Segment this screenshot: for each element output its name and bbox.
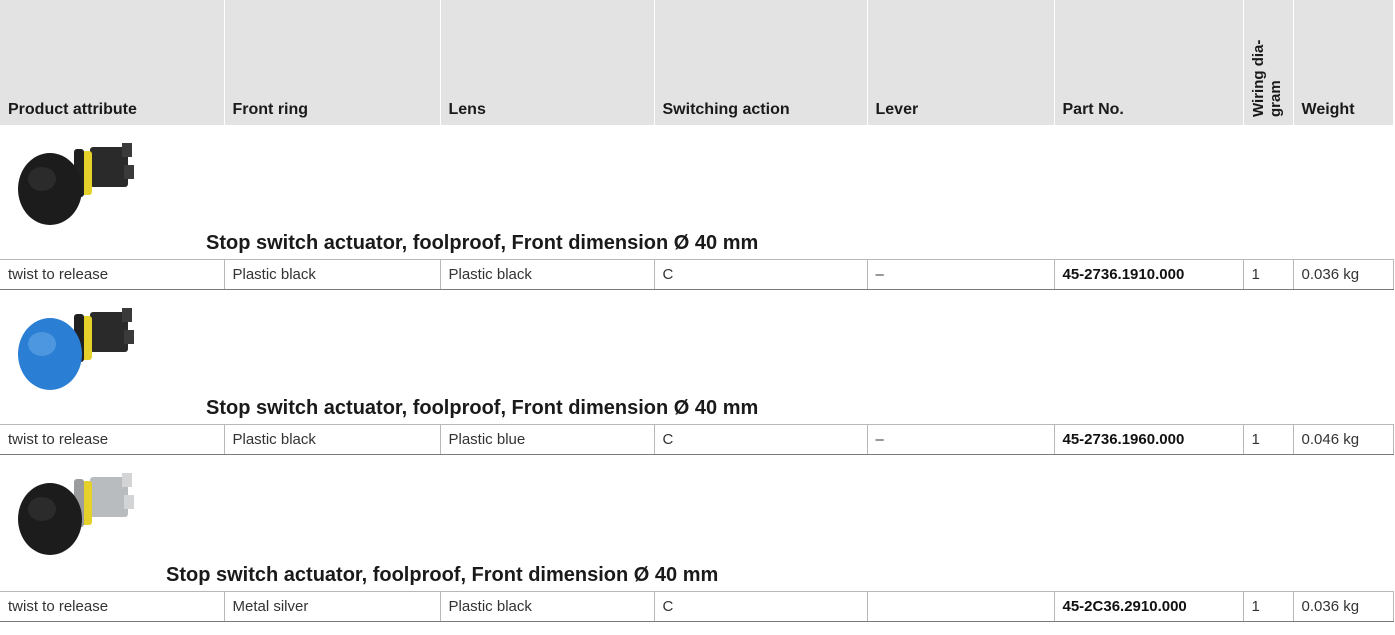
cell-wiring-diagram: 1: [1242, 424, 1294, 455]
header-wiring-diagram: Wiring dia- gram: [1242, 0, 1293, 125]
cell-wiring-diagram: 1: [1242, 591, 1294, 622]
product-group-cell: Stop switch actuator, foolproof, Front d…: [0, 290, 1393, 425]
header-part-no: Part No.: [1053, 0, 1243, 125]
cell-weight: 0.036 kg: [1292, 259, 1394, 290]
cell-product-attribute: twist to release: [0, 424, 225, 455]
header-lever: Lever: [866, 0, 1054, 125]
header-wiring-line1: Wiring dia-: [1249, 39, 1267, 117]
cell-weight: 0.046 kg: [1292, 424, 1394, 455]
product-group-row: Stop switch actuator, foolproof, Front d…: [0, 290, 1393, 425]
table-row: twist to release Metal silver Plastic bl…: [0, 591, 1394, 622]
product-group-row: Stop switch actuator, foolproof, Front d…: [0, 125, 1393, 260]
cell-part-no: 45-2C36.2910.000: [1053, 591, 1244, 622]
black-mushroom-actuator-icon: [18, 143, 134, 225]
header-weight: Weight: [1292, 0, 1393, 125]
mushroom-head-icon: [18, 318, 82, 390]
header-lens: Lens: [439, 0, 654, 125]
cell-lever: [866, 591, 1055, 622]
header-switching-action: Switching action: [653, 0, 867, 125]
cell-wiring-diagram: 1: [1242, 259, 1294, 290]
product-table: Product attribute Front ring Lens Switch…: [0, 0, 1394, 622]
table-header-row: Product attribute Front ring Lens Switch…: [0, 0, 1393, 125]
cell-lens: Plastic black: [439, 591, 655, 622]
black-mushroom-metal-actuator-icon: [18, 473, 134, 555]
product-title: Stop switch actuator, foolproof, Front d…: [206, 397, 759, 419]
table-row: twist to release Plastic black Plastic b…: [0, 259, 1394, 290]
header-front-ring: Front ring: [223, 0, 440, 125]
product-group-row: Stop switch actuator, foolproof, Front d…: [0, 455, 1393, 592]
cell-lens: Plastic blue: [439, 424, 655, 455]
cell-weight: 0.036 kg: [1292, 591, 1394, 622]
cell-switching-action: C: [653, 591, 868, 622]
cell-front-ring: Plastic black: [223, 424, 441, 455]
cell-switching-action: C: [653, 259, 868, 290]
mushroom-head-icon: [18, 483, 82, 555]
blue-mushroom-actuator-icon: [18, 308, 134, 390]
cell-lens: Plastic black: [439, 259, 655, 290]
product-title: Stop switch actuator, foolproof, Front d…: [166, 564, 719, 586]
cell-front-ring: Plastic black: [223, 259, 441, 290]
cell-switching-action: C: [653, 424, 868, 455]
header-product-attribute: Product attribute: [0, 0, 224, 125]
table-row: twist to release Plastic black Plastic b…: [0, 424, 1394, 455]
cell-product-attribute: twist to release: [0, 259, 225, 290]
product-title: Stop switch actuator, foolproof, Front d…: [206, 232, 759, 254]
cell-part-no: 45-2736.1910.000: [1053, 259, 1244, 290]
mushroom-head-icon: [18, 153, 82, 225]
product-group-cell: Stop switch actuator, foolproof, Front d…: [0, 125, 1393, 260]
product-group-cell: Stop switch actuator, foolproof, Front d…: [0, 455, 1393, 592]
cell-product-attribute: twist to release: [0, 591, 225, 622]
header-wiring-line2: gram: [1266, 80, 1284, 117]
cell-lever: –: [866, 424, 1055, 455]
cell-lever: –: [866, 259, 1055, 290]
cell-front-ring: Metal silver: [223, 591, 441, 622]
cell-part-no: 45-2736.1960.000: [1053, 424, 1244, 455]
